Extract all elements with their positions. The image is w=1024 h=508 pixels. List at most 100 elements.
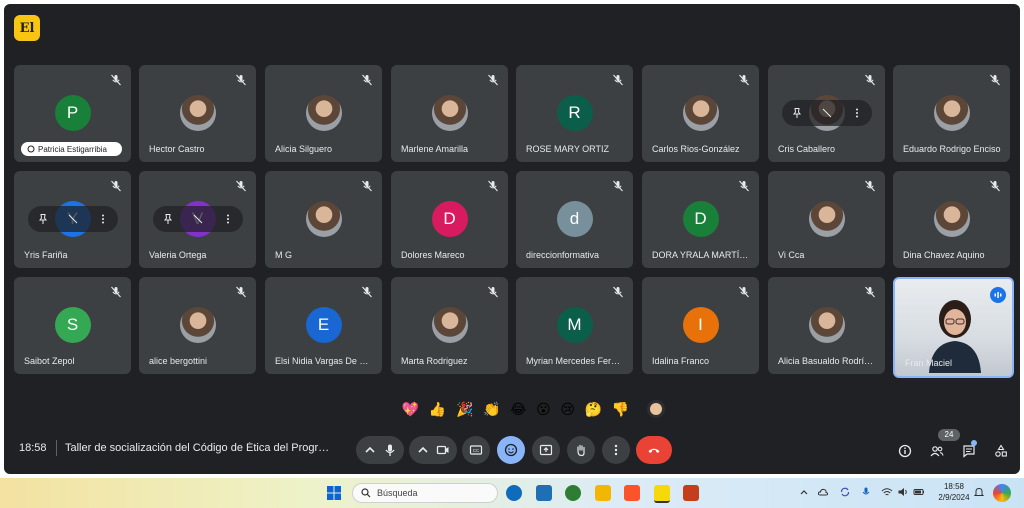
mic-off-icon: [361, 73, 373, 86]
reaction-emoji[interactable]: 👍: [429, 401, 446, 418]
participant-tile[interactable]: Cris Caballero: [768, 65, 885, 162]
sync-icon[interactable]: [839, 486, 851, 498]
camera-control[interactable]: [409, 436, 457, 464]
pin-icon[interactable]: [791, 107, 803, 119]
captions-button[interactable]: CC: [462, 436, 490, 464]
leave-call-button[interactable]: [636, 436, 672, 464]
participant-tile[interactable]: P Patricia Estigarribia: [14, 65, 131, 162]
participant-tile[interactable]: Vi Cca: [768, 171, 885, 268]
participant-tile[interactable]: Carlos Rios-González: [642, 65, 759, 162]
brave-icon[interactable]: [624, 485, 640, 501]
wifi-icon[interactable]: [881, 486, 893, 498]
avatar: I: [682, 307, 719, 343]
people-icon: [930, 446, 944, 457]
participant-name: Fran Maciel: [905, 358, 953, 368]
participant-name: Marlene Amarilla: [401, 144, 469, 154]
reaction-bar: 💖 👍 🎉 👏 😂 😮 😢 🤔 👎: [397, 397, 634, 421]
meeting-info-button[interactable]: [897, 443, 913, 459]
copilot-icon[interactable]: [993, 484, 1011, 502]
reaction-emoji[interactable]: 🎉: [456, 401, 473, 418]
participant-tile[interactable]: Dina Chavez Aquino: [893, 171, 1010, 268]
participant-tile[interactable]: D Dolores Mareco: [391, 171, 508, 268]
avatar: d: [556, 201, 593, 237]
participant-tile[interactable]: YYris Fariña: [14, 171, 131, 268]
avatar: [179, 95, 216, 131]
pin-icon[interactable]: [37, 213, 49, 225]
microphone-icon[interactable]: [383, 443, 397, 457]
more-vert-icon[interactable]: [97, 213, 109, 225]
reaction-emoji[interactable]: 😢: [560, 401, 575, 418]
chrome-icon[interactable]: [565, 485, 581, 501]
participant-name: Cris Caballero: [778, 144, 836, 154]
cloud-icon[interactable]: [817, 486, 829, 498]
volume-icon[interactable]: [897, 486, 909, 498]
participant-name: Alicia Silguero: [275, 144, 333, 154]
mic-off-icon: [235, 285, 247, 298]
participant-tile[interactable]: I Idalina Franco: [642, 277, 759, 374]
sticky-notes-icon[interactable]: [654, 485, 670, 503]
microphone-tray-icon[interactable]: [860, 486, 872, 498]
mic-off-icon: [612, 73, 624, 86]
reaction-emoji[interactable]: 😂: [510, 401, 526, 418]
camera-icon[interactable]: [436, 443, 450, 457]
taskbar-clock[interactable]: 18:58 2/9/2024: [934, 481, 974, 503]
edge-icon[interactable]: [506, 485, 522, 501]
skin-tone-swatch: [650, 403, 662, 415]
windows-taskbar: Búsqueda 18:58 2/9/2024: [0, 478, 1024, 508]
folder-icon[interactable]: [595, 485, 611, 501]
more-vert-icon[interactable]: [222, 213, 234, 225]
participant-tile[interactable]: Marlene Amarilla: [391, 65, 508, 162]
present-screen-button[interactable]: [532, 436, 560, 464]
svg-text:CC: CC: [473, 448, 480, 453]
participant-tile[interactable]: Marta Rodriguez: [391, 277, 508, 374]
battery-icon[interactable]: [913, 486, 925, 498]
reaction-emoji[interactable]: 💖: [402, 401, 419, 418]
participant-tile[interactable]: Fran Maciel: [893, 277, 1014, 378]
participant-tile[interactable]: VValeria Ortega: [139, 171, 256, 268]
participant-tile[interactable]: Alicia Silguero: [265, 65, 382, 162]
participant-tile[interactable]: d direccionformativa: [516, 171, 633, 268]
windows-logo-icon: [327, 486, 341, 500]
chevron-up-icon[interactable]: [798, 486, 810, 498]
reaction-emoji[interactable]: 👎: [612, 401, 629, 418]
avatar: [431, 307, 468, 343]
participant-tile[interactable]: E Elsi Nidia Vargas De Meza: [265, 277, 382, 374]
reaction-emoji[interactable]: 👏: [483, 401, 500, 418]
mic-off-icon: [361, 179, 373, 192]
remove-icon[interactable]: [821, 107, 833, 119]
participant-tile[interactable]: M G: [265, 171, 382, 268]
store-icon[interactable]: [536, 485, 552, 501]
participant-tile[interactable]: M Myrian Mercedes Fernández: [516, 277, 633, 374]
participant-tile[interactable]: R ROSE MARY ORTIZ: [516, 65, 633, 162]
participant-tile[interactable]: alice bergottini: [139, 277, 256, 374]
participant-tile[interactable]: S Saibot Zepol: [14, 277, 131, 374]
reaction-emoji[interactable]: 🤔: [585, 401, 602, 418]
participant-tile[interactable]: Eduardo Rodrigo Enciso: [893, 65, 1010, 162]
app-logo: El: [14, 15, 40, 41]
skin-tone-button[interactable]: [647, 400, 665, 418]
emoji-reaction-button[interactable]: [497, 436, 525, 464]
chevron-up-icon[interactable]: [363, 443, 377, 457]
reaction-emoji[interactable]: 😮: [536, 401, 551, 418]
start-button[interactable]: [326, 485, 342, 501]
mic-off-icon: [864, 73, 876, 86]
participant-tile[interactable]: Alicia Basualdo Rodríguez: [768, 277, 885, 374]
participant-tile[interactable]: Hector Castro: [139, 65, 256, 162]
people-button[interactable]: [929, 443, 945, 459]
activities-button[interactable]: [993, 443, 1009, 459]
taskbar-search[interactable]: Búsqueda: [352, 483, 498, 503]
mic-control[interactable]: [356, 436, 404, 464]
participant-tile[interactable]: D DORA YRALA MARTÍNEZ: [642, 171, 759, 268]
mic-off-icon: [738, 179, 750, 192]
taskbar-date: 2/9/2024: [938, 493, 970, 502]
mic-off-icon: [110, 73, 122, 86]
remove-icon[interactable]: [192, 213, 204, 225]
more-vert-icon[interactable]: [851, 107, 863, 119]
notifications-icon[interactable]: [973, 486, 985, 498]
raise-hand-button[interactable]: [567, 436, 595, 464]
chevron-up-icon[interactable]: [416, 443, 430, 457]
powerpoint-icon[interactable]: [683, 485, 699, 501]
remove-icon[interactable]: [67, 213, 79, 225]
pin-icon[interactable]: [162, 213, 174, 225]
more-options-button[interactable]: [602, 436, 630, 464]
